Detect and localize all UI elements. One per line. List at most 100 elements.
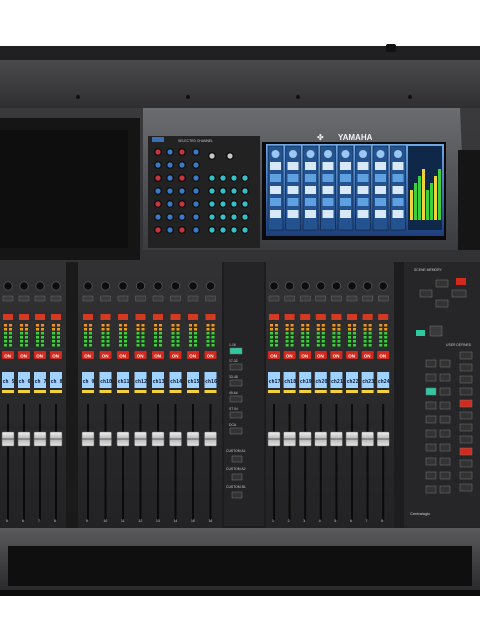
scene-undo-button[interactable] (456, 278, 466, 285)
centralogic-key[interactable] (439, 485, 451, 494)
centralogic-key[interactable] (439, 373, 451, 382)
cue-button[interactable] (51, 314, 61, 320)
cue-button[interactable] (205, 314, 216, 320)
user-defined-key[interactable] (459, 411, 473, 420)
layer-button[interactable] (229, 379, 243, 387)
centralogic-key[interactable] (425, 359, 437, 368)
centralogic-key[interactable] (425, 485, 437, 494)
centralogic-key[interactable] (439, 429, 451, 438)
sel-button[interactable] (170, 295, 181, 302)
user-defined-key[interactable] (459, 363, 473, 372)
encoder-knob[interactable] (269, 281, 279, 291)
sel-button[interactable] (284, 295, 295, 302)
encoder-knob[interactable] (347, 281, 357, 291)
centralogic-key[interactable] (425, 387, 437, 396)
scene-dec-button[interactable] (435, 299, 449, 308)
sel-button[interactable] (315, 295, 326, 302)
user-defined-key[interactable] (459, 471, 473, 480)
user-defined-key[interactable] (459, 483, 473, 492)
layer-button[interactable] (229, 395, 243, 403)
cue-button[interactable] (362, 314, 373, 320)
cue-button[interactable] (315, 314, 326, 320)
sel-button[interactable] (187, 295, 199, 302)
centralogic-key[interactable] (425, 429, 437, 438)
user-defined-key[interactable] (459, 459, 473, 468)
user-defined-key[interactable] (459, 399, 473, 408)
cue-button[interactable] (300, 314, 311, 320)
sel-button[interactable] (18, 295, 30, 302)
sel-button[interactable] (346, 295, 358, 302)
cue-button[interactable] (153, 314, 163, 320)
encoder-knob[interactable] (300, 281, 310, 291)
sel-button[interactable] (34, 295, 46, 302)
centralogic-key[interactable] (439, 471, 451, 480)
sel-button[interactable] (205, 295, 216, 302)
encoder-knob[interactable] (83, 281, 93, 291)
cue-button[interactable] (170, 314, 181, 320)
encoder-knob[interactable] (206, 281, 216, 291)
cue-button[interactable] (269, 314, 279, 320)
encoder-knob[interactable] (118, 281, 128, 291)
sel-button[interactable] (2, 295, 14, 302)
layer-button[interactable] (229, 411, 243, 419)
cue-button[interactable] (331, 314, 342, 320)
sel-button[interactable] (135, 295, 146, 302)
scene-store-button[interactable] (419, 289, 433, 298)
encoder-knob[interactable] (363, 281, 373, 291)
user-defined-key[interactable] (459, 387, 473, 396)
cue-button[interactable] (3, 314, 13, 320)
centralogic-key[interactable] (425, 373, 437, 382)
centralogic-key[interactable] (425, 443, 437, 452)
sel-button[interactable] (117, 295, 129, 302)
centralogic-key[interactable] (425, 415, 437, 424)
centralogic-key[interactable] (439, 387, 451, 396)
encoder-knob[interactable] (331, 281, 341, 291)
custom-a2-button[interactable] (231, 473, 243, 481)
sel-button[interactable] (100, 295, 111, 302)
cue-button[interactable] (35, 314, 45, 320)
layer-button[interactable] (229, 427, 243, 435)
user-defined-key[interactable] (459, 435, 473, 444)
cue-button[interactable] (378, 314, 389, 320)
encoder-knob[interactable] (136, 281, 146, 291)
cue-button[interactable] (19, 314, 29, 320)
custom-a1-button[interactable] (231, 455, 243, 463)
scene-inc-button[interactable] (435, 279, 449, 288)
encoder-knob[interactable] (171, 281, 181, 291)
user-defined-key[interactable] (459, 447, 473, 456)
encoder-knob[interactable] (153, 281, 163, 291)
scene-recall-button[interactable] (451, 289, 467, 298)
encoder-knob[interactable] (285, 281, 295, 291)
centralogic-key[interactable] (439, 443, 451, 452)
layer-button[interactable] (229, 363, 243, 371)
sel-button[interactable] (378, 295, 389, 302)
centralogic-key[interactable] (439, 457, 451, 466)
sel-button[interactable] (362, 295, 373, 302)
sel-button[interactable] (331, 295, 342, 302)
cue-button[interactable] (188, 314, 198, 320)
encoder-knob[interactable] (19, 281, 29, 291)
encoder-knob[interactable] (51, 281, 61, 291)
sel-button[interactable] (50, 295, 62, 302)
sel-button[interactable] (300, 295, 311, 302)
cue-button[interactable] (83, 314, 93, 320)
encoder-knob[interactable] (188, 281, 198, 291)
centralogic-key[interactable] (425, 401, 437, 410)
custom-b1-button[interactable] (231, 491, 243, 499)
encoder-knob[interactable] (101, 281, 111, 291)
cue-button[interactable] (284, 314, 295, 320)
centralogic-key[interactable] (425, 457, 437, 466)
cue-button[interactable] (347, 314, 357, 320)
centralogic-key[interactable] (439, 359, 451, 368)
user-defined-key[interactable] (459, 375, 473, 384)
encoder-knob[interactable] (316, 281, 326, 291)
encoder-knob[interactable] (3, 281, 13, 291)
layer-button[interactable] (229, 347, 243, 355)
sel-button[interactable] (268, 295, 280, 302)
cue-button[interactable] (118, 314, 128, 320)
cue-button[interactable] (100, 314, 111, 320)
centralogic-key[interactable] (425, 471, 437, 480)
cue-button[interactable] (135, 314, 146, 320)
sel-button[interactable] (152, 295, 164, 302)
sel-button[interactable] (82, 295, 94, 302)
